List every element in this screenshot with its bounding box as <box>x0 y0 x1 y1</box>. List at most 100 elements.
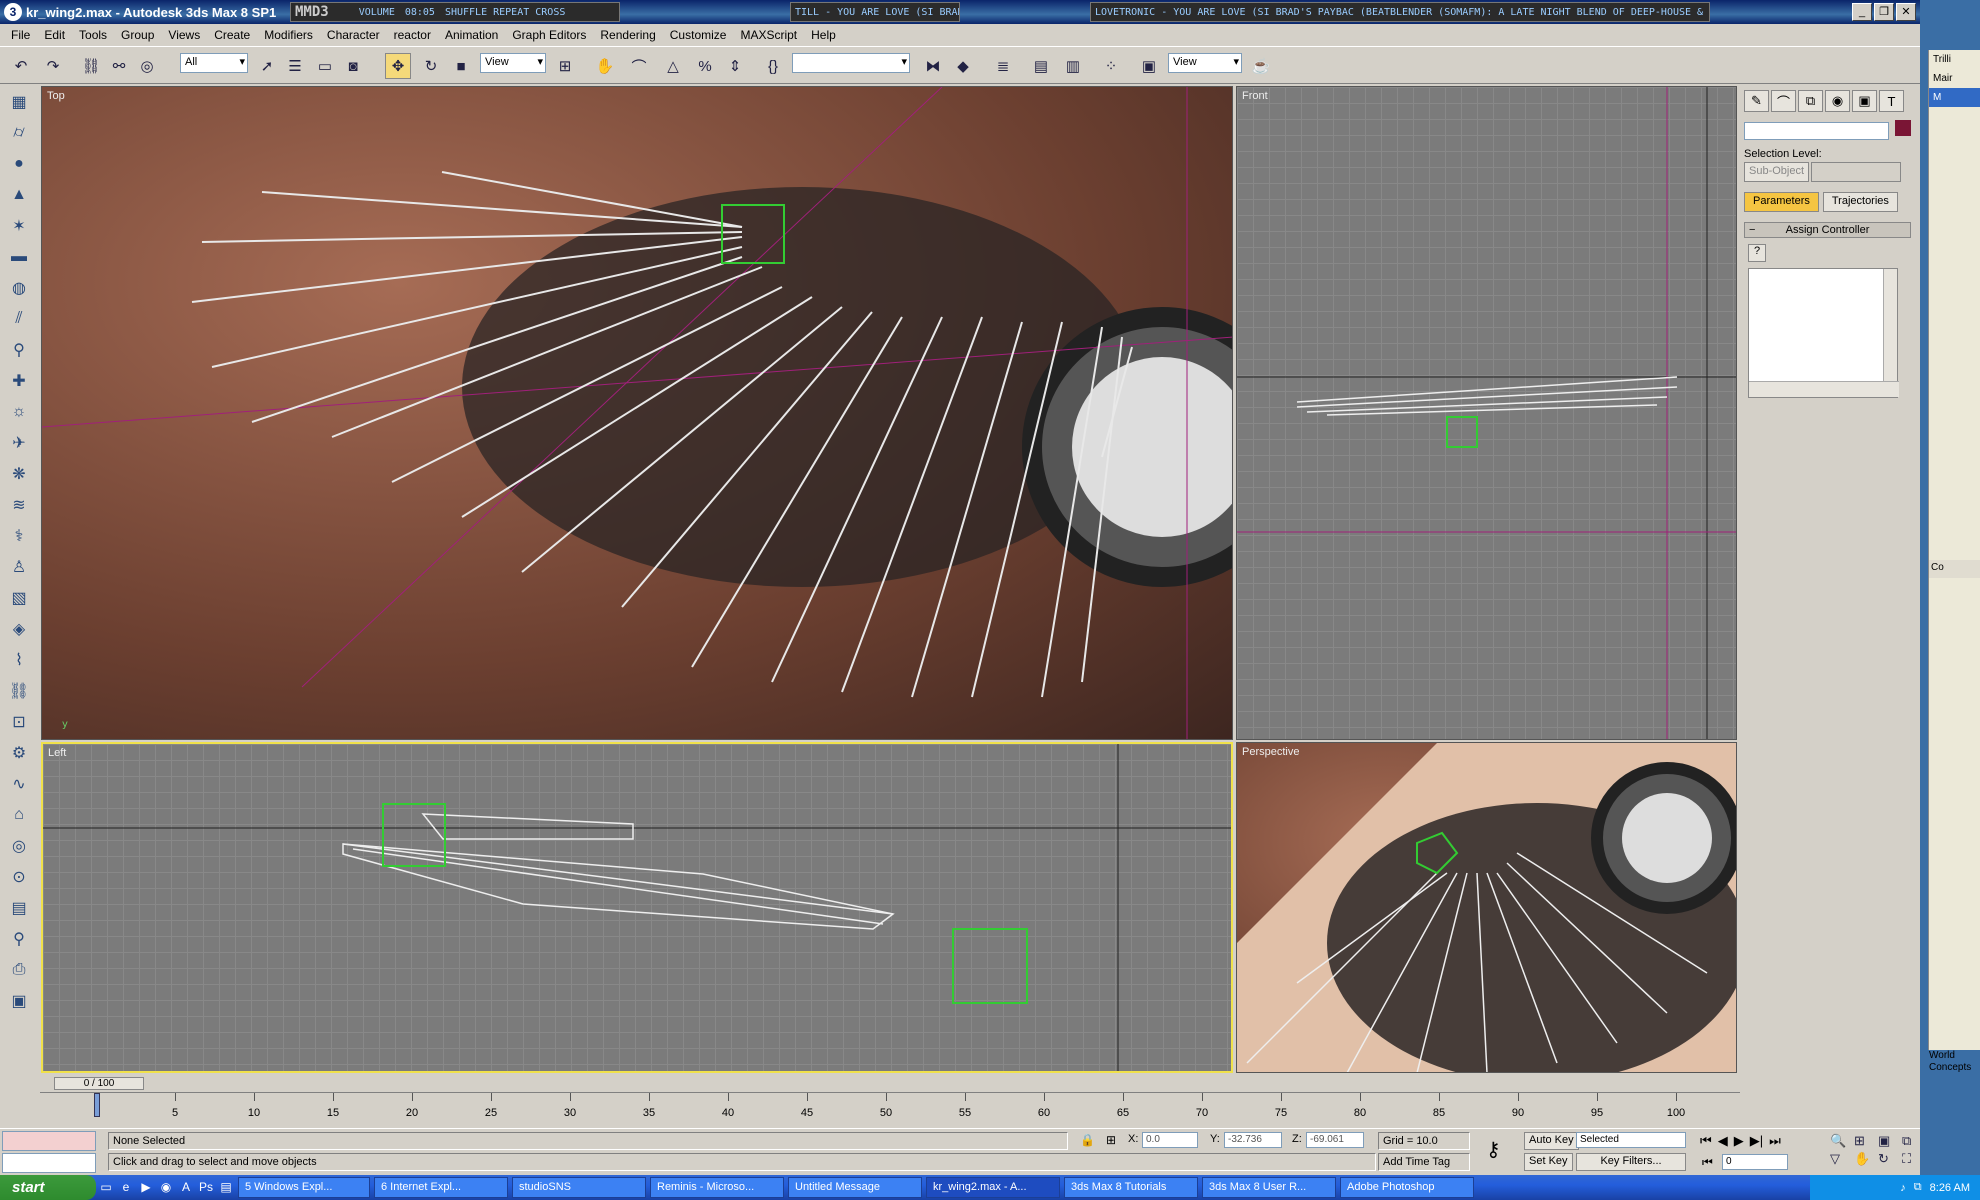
task-3ds-max-user-reference[interactable]: 3ds Max 8 User R... <box>1202 1177 1336 1198</box>
y-coordinate-field[interactable]: -32.736 <box>1224 1132 1282 1148</box>
sub-object-button[interactable]: Sub-Object <box>1744 162 1810 182</box>
menu-help[interactable]: Help <box>804 28 843 42</box>
create-chain-icon[interactable]: ⛓ <box>4 676 34 706</box>
create-star-icon[interactable]: ✶ <box>4 211 34 241</box>
open-panel-icon[interactable]: ▤ <box>4 893 34 923</box>
create-hose-icon[interactable]: ⚲ <box>4 335 34 365</box>
key-mode-icon[interactable]: ⏮ <box>1702 1155 1713 1170</box>
time-slider[interactable]: 0 / 100 <box>54 1077 144 1090</box>
named-selection-dropdown[interactable] <box>792 53 910 73</box>
task-studiosns[interactable]: studioSNS <box>512 1177 646 1198</box>
task-untitled-message[interactable]: Untitled Message <box>788 1177 922 1198</box>
viewport-top[interactable]: Top y <box>41 86 1233 740</box>
maxscript-listener-mini[interactable] <box>2 1131 96 1151</box>
unlink-icon[interactable]: ⚯ <box>106 53 132 79</box>
absolute-mode-icon[interactable]: ⊞ <box>1106 1133 1116 1147</box>
title-bar[interactable]: 3 kr_wing2.max - Autodesk 3ds Max 8 SP1 … <box>0 0 1920 24</box>
previous-frame-icon[interactable]: ◀ <box>1718 1133 1728 1149</box>
set-key-mode-icon[interactable]: ⚷ <box>1486 1137 1501 1162</box>
menu-rendering[interactable]: Rendering <box>593 28 662 42</box>
arc-rotate-icon[interactable]: ↻ <box>1878 1151 1900 1167</box>
current-frame-field[interactable]: 0 <box>1722 1154 1788 1170</box>
lock-selection-icon[interactable]: 🔒 <box>1080 1133 1095 1147</box>
start-button[interactable]: start <box>0 1175 96 1200</box>
tray-network-icon[interactable]: ⧉ <box>1914 1181 1922 1194</box>
select-link-icon[interactable]: ⛓ <box>78 53 104 79</box>
quick-render-icon[interactable]: ☕ <box>1248 53 1274 79</box>
task-3ds-max-tutorials[interactable]: 3ds Max 8 Tutorials <box>1064 1177 1198 1198</box>
next-frame-icon[interactable]: ▶| <box>1750 1133 1763 1149</box>
utilities-tab-icon[interactable]: T <box>1879 90 1904 112</box>
assign-controller-rollout[interactable]: − Assign Controller <box>1744 222 1911 238</box>
close-button[interactable]: ✕ <box>1896 3 1916 21</box>
select-object-icon[interactable]: ➚ <box>254 53 280 79</box>
select-and-scale-icon[interactable]: ■ <box>448 53 474 79</box>
curve-editor-icon[interactable]: ▤ <box>1028 53 1054 79</box>
task-reminis[interactable]: Reminis - Microso... <box>650 1177 784 1198</box>
render-camera-icon[interactable]: ⎙ <box>4 955 34 985</box>
object-color-swatch[interactable] <box>1895 120 1911 136</box>
select-by-name-icon[interactable]: ☰ <box>282 53 308 79</box>
create-tube-icon[interactable]: ⫽ <box>4 304 34 334</box>
trajectories-tab[interactable]: Trajectories <box>1822 192 1898 212</box>
motion-tab-icon[interactable]: ◉ <box>1825 90 1850 112</box>
menu-create[interactable]: Create <box>207 28 257 42</box>
z-coordinate-field[interactable]: -69.061 <box>1306 1132 1364 1148</box>
menu-edit[interactable]: Edit <box>37 28 72 42</box>
create-disc-icon[interactable]: ◍ <box>4 273 34 303</box>
pan-icon[interactable]: ✋ <box>1854 1151 1876 1167</box>
current-frame-marker[interactable] <box>94 1093 100 1117</box>
list-horizontal-scrollbar[interactable] <box>1749 381 1899 397</box>
controller-list[interactable] <box>1748 268 1899 398</box>
play-icon[interactable]: ▶ <box>1734 1133 1744 1149</box>
go-to-end-icon[interactable]: ⏭ <box>1769 1133 1781 1149</box>
zoom-icon[interactable]: 🔍 <box>1830 1133 1852 1149</box>
quicklaunch-acrobat-icon[interactable]: A <box>178 1180 194 1196</box>
quicklaunch-media-icon[interactable]: ▶ <box>138 1180 154 1196</box>
select-and-move-icon[interactable]: ✥ <box>385 53 411 79</box>
render-scene-icon[interactable]: ▣ <box>1136 53 1162 79</box>
collapse-icon[interactable]: − <box>1749 223 1755 237</box>
quicklaunch-ie-icon[interactable]: e <box>118 1180 134 1196</box>
quicklaunch-photoshop-icon[interactable]: Ps <box>198 1180 214 1196</box>
task-3ds-max[interactable]: kr_wing2.max - A... <box>926 1177 1060 1198</box>
create-hair-icon[interactable]: ∿ <box>4 769 34 799</box>
quicklaunch-desktop-icon[interactable]: ▭ <box>98 1180 114 1196</box>
angle-snap-icon[interactable]: △ <box>660 53 686 79</box>
bind-spacewarp-icon[interactable]: ◎ <box>134 53 160 79</box>
menu-animation[interactable]: Animation <box>438 28 505 42</box>
film-icon[interactable]: ▣ <box>4 986 34 1016</box>
viewport-perspective[interactable]: Perspective <box>1236 742 1737 1073</box>
restore-button[interactable]: ❐ <box>1874 3 1894 21</box>
create-helper-icon[interactable]: ✚ <box>4 366 34 396</box>
create-plane-icon[interactable]: ▬ <box>4 242 34 272</box>
track-bar[interactable]: 5 10 15 20 25 30 35 40 45 50 55 60 65 70… <box>40 1092 1740 1126</box>
create-cylinder-icon[interactable]: ⌭ <box>4 118 34 148</box>
quicklaunch-firefox-icon[interactable]: ◉ <box>158 1180 174 1196</box>
create-cloth-icon[interactable]: ▧ <box>4 583 34 613</box>
sub-object-dropdown[interactable] <box>1811 162 1902 182</box>
create-tab-icon[interactable]: ✎ <box>1744 90 1769 112</box>
viewport-front[interactable]: Front <box>1236 86 1737 740</box>
menu-maxscript[interactable]: MAXScript <box>733 28 804 42</box>
create-rigidbody-icon[interactable]: ◈ <box>4 614 34 644</box>
create-bone-icon[interactable]: ⚕ <box>4 521 34 551</box>
align-icon[interactable]: ◆ <box>950 53 976 79</box>
time-slider-track[interactable] <box>40 1075 1740 1089</box>
edit-named-selection-icon[interactable]: {} <box>760 53 786 79</box>
zoom-icon[interactable]: ⚲ <box>4 924 34 954</box>
add-time-tag[interactable]: Add Time Tag <box>1378 1153 1470 1171</box>
tray-volume-icon[interactable]: ♪ <box>1900 1182 1906 1194</box>
create-biped-icon[interactable]: ♙ <box>4 552 34 582</box>
list-vertical-scrollbar[interactable] <box>1883 269 1897 381</box>
pivot-center-icon[interactable]: ⊞ <box>552 53 578 79</box>
side-window-co[interactable]: Co <box>1929 560 1980 578</box>
redo-icon[interactable]: ↷ <box>40 53 66 79</box>
create-dummy-icon[interactable]: ⊡ <box>4 707 34 737</box>
x-coordinate-field[interactable]: 0.0 <box>1142 1132 1198 1148</box>
quicklaunch-folder-icon[interactable]: ▤ <box>218 1180 234 1196</box>
assign-controller-icon[interactable]: ? <box>1748 244 1766 262</box>
maxscript-input[interactable] <box>2 1153 96 1173</box>
select-and-rotate-icon[interactable]: ↻ <box>418 53 444 79</box>
undo-icon[interactable]: ↶ <box>8 53 34 79</box>
